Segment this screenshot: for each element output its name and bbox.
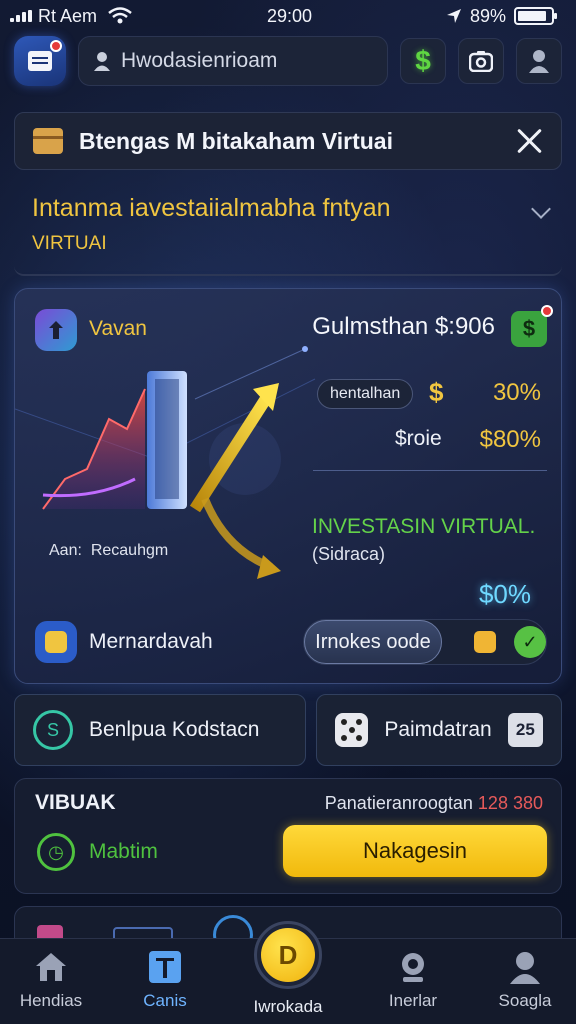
search-placeholder: Hwodasienrioam [121,49,278,72]
invest-title: INVESTASIN VIRTUAL. [312,515,536,538]
nav-item-cards[interactable]: Canis [110,949,220,1011]
shield-icon [35,621,77,663]
footer-name: Mernardavah [89,630,213,653]
dollar-icon: $ [415,45,431,76]
investment-card: Vavan Gulmsthan $:906 $ hentalhan $ 30% … [14,288,562,684]
tile-left-label: Benlpua Kodstacn [89,718,260,741]
chart-caption-right: Recauhgm [90,542,169,559]
stat-percent-1: 30% [492,379,541,406]
user-icon [529,50,549,73]
user-icon [507,949,543,985]
bottom-card-stat-label: Panatieranroogtan [324,793,473,813]
briefcase-icon [33,128,63,154]
document-icon[interactable] [14,36,66,86]
action-button[interactable]: Irnokes oode [304,620,442,664]
carrier-label: Rt Aem [38,5,98,26]
nav-item-profile[interactable]: Soagla [470,949,576,1011]
battery-icon [513,7,557,25]
battery-percent: 89% [469,5,506,26]
headline-section: Intanma iavestaiialmabha fntyan VIRTUAI [14,190,562,276]
nav-label-home: Hendias [19,991,83,1010]
notification-dot [50,40,62,52]
nav-center-button[interactable]: D [254,921,322,989]
action-bar: Irnokes oode ✓ [303,619,547,665]
card-icon [147,949,183,985]
camera-icon [395,949,431,985]
bottom-card-title: VIBUAK [35,791,116,814]
nav-label-center: Iwrokada [253,997,323,1016]
top-bar: Hwodasienrioam $ [14,36,562,86]
profile-button[interactable] [516,38,562,84]
tile-right-label: Paimdatran [384,718,492,741]
bottom-navigation: Hendias Canis D Iwrokada Inerlar Soagla [0,921,576,1024]
headline-subtitle: VIRTUAI [32,233,107,254]
tile-right-number: 25 [507,713,543,747]
user-name: Vavan [89,317,147,340]
refresh-icon: S [33,710,73,750]
tile-left[interactable]: S Benlpua Kodstacn [14,694,306,766]
divider [313,470,547,471]
camera-button[interactable] [458,38,504,84]
tile-right[interactable]: Paimdatran 25 [316,694,562,766]
nav-item-camera[interactable]: Inerlar [358,949,468,1011]
wallet-icon[interactable]: $ [511,305,553,347]
chart-caption: Aan: Recauhgm [49,542,168,560]
location-arrow-icon [446,9,461,23]
nav-item-home[interactable]: Hendias [0,949,106,1011]
signal-icon [10,10,32,22]
coin-chip-icon[interactable] [474,631,496,653]
stat-percent-2: $80% [479,426,541,453]
coin-icon: D [261,928,315,982]
bottom-card: VIBUAK Panatieranroogtan 128 380 ◷ Mabti… [14,778,562,894]
growth-chart-illustration [42,371,281,579]
wifi-icon [108,7,132,24]
primary-action-button[interactable]: Nakagesin [283,825,547,877]
clock: 29:00 [266,5,313,26]
stat-label-2: $roie [395,427,442,450]
stat-pill[interactable]: hentalhan [317,379,414,409]
nav-label-camera: Inerlar [388,991,438,1010]
search-input[interactable]: Hwodasienrioam [78,36,388,86]
nav-label-cards: Canis [143,991,187,1010]
home-icon [33,949,69,985]
camera-icon [469,51,493,72]
clock-icon: ◷ [37,833,75,871]
close-icon[interactable] [515,127,543,155]
invest-subtitle: (Sidraca) [312,544,386,564]
bottom-card-stat: Panatieranroogtan 128 380 [325,793,543,814]
stat-dollar: $ [429,377,444,407]
dice-icon [335,713,369,747]
status-bar: Rt Aem 29:00 89% [0,0,576,32]
notice-title: Btengas M bitakaham Virtuai [79,127,393,154]
bottom-card-item-label: Mabtim [89,840,158,863]
user-badge-icon [35,309,77,351]
nav-label-profile: Soagla [498,991,552,1010]
headline-title: Intanma iavestaiialmabha fntyan [32,194,391,222]
wallet-notification-dot [541,305,553,317]
notice-banner: Btengas M bitakaham Virtuai [14,112,562,170]
invest-percent: $0% [478,579,531,609]
balance-label: Gulmsthan $:906 [312,313,495,340]
dollar-button[interactable]: $ [400,38,446,84]
leaf-icon[interactable]: ✓ [514,626,546,658]
person-icon [94,52,110,71]
chart-caption-left: Aan: [49,542,82,559]
bottom-card-stat-value: 128 380 [477,793,543,813]
